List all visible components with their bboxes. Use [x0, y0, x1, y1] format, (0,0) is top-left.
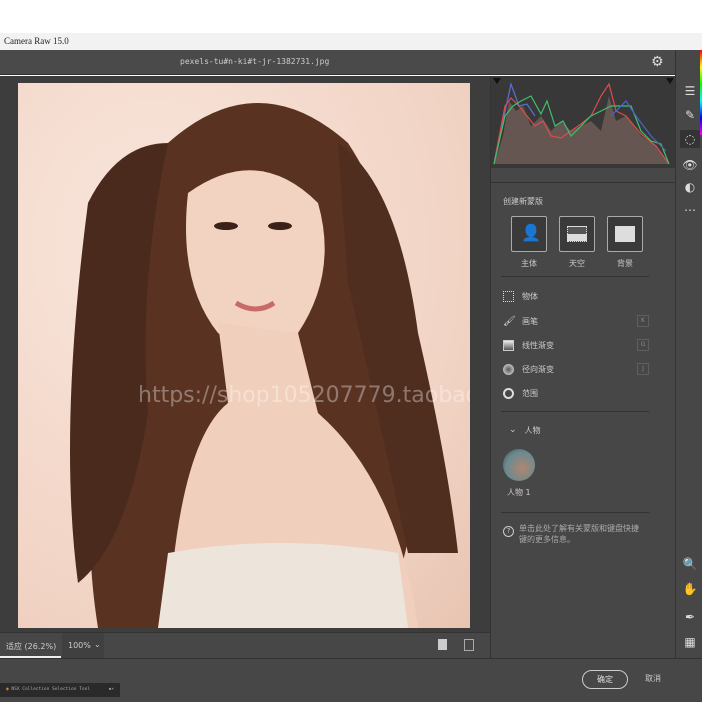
histogram	[491, 76, 676, 168]
mask-subject-button[interactable]: 👤	[511, 216, 547, 252]
people-section-toggle[interactable]: ⌄ 人物	[509, 422, 541, 438]
presets-icon[interactable]: ◐	[680, 178, 700, 196]
photo-preview: https://shop105207779.taobao.com	[18, 83, 470, 628]
zoom-icon[interactable]: 🔍	[680, 555, 700, 573]
background-icon	[615, 226, 635, 242]
window-title: Camera Raw 15.0	[0, 33, 702, 50]
nsx-panel[interactable]: ◉ NSX Collection Selection Tool ▪×	[0, 683, 120, 697]
zoom-value: 100%	[68, 641, 91, 650]
view-single-icon[interactable]	[438, 639, 447, 650]
tool-radial-gradient[interactable]: 径向渐变	[503, 361, 554, 377]
shortcut-key: K	[637, 315, 649, 327]
range-icon	[503, 387, 514, 399]
chevron-down-icon: ⌄	[509, 425, 517, 435]
hand-icon[interactable]: ✋	[680, 580, 700, 598]
edit-sliders-icon[interactable]: ☰	[680, 82, 700, 100]
watermark-text: https://shop105207779.taobao.com	[138, 383, 470, 408]
tool-range[interactable]: 范围	[503, 385, 538, 401]
tool-label: 物体	[522, 291, 538, 301]
tool-label: 画笔	[522, 316, 538, 326]
mask-subject-label: 主体	[521, 259, 537, 268]
mask-background-button[interactable]	[607, 216, 643, 252]
masking-icon[interactable]: ◌	[680, 130, 700, 148]
grid-icon[interactable]: ▦	[680, 633, 700, 651]
image-canvas[interactable]: https://shop105207779.taobao.com	[0, 76, 490, 632]
mask-sky-label: 天空	[569, 259, 585, 268]
tool-label: 径向渐变	[522, 364, 554, 374]
people-section-title: 人物	[524, 425, 541, 435]
object-select-icon	[503, 290, 514, 302]
create-mask-title: 创建新蒙版	[503, 197, 543, 206]
gear-icon[interactable]: ⚙	[651, 54, 664, 70]
divider	[501, 411, 649, 412]
chevron-down-icon: ⌄	[94, 640, 101, 649]
tool-linear-gradient[interactable]: 线性渐变	[503, 337, 554, 353]
fit-zoom-button[interactable]: 适应 (26.2%)	[6, 641, 56, 652]
ok-button[interactable]: 确定	[582, 670, 628, 689]
file-name: pexels-tu#n-ki#t-jr-1382731.jpg	[180, 57, 330, 66]
subject-icon: 👤	[521, 223, 541, 242]
person-1-label: 人物 1	[507, 488, 531, 497]
shortcut-key: J	[637, 363, 649, 375]
eyedropper-icon[interactable]: ✒	[680, 608, 700, 626]
person-1-thumbnail[interactable]	[503, 449, 535, 481]
close-icon[interactable]: ▪×	[109, 687, 114, 692]
red-eye-icon[interactable]: 👁	[680, 156, 700, 174]
tool-brush[interactable]: 🖌 画笔	[503, 313, 538, 329]
linear-gradient-icon	[503, 339, 514, 351]
more-icon[interactable]: ⋯	[680, 201, 700, 219]
divider	[501, 512, 649, 513]
before-after-icon[interactable]	[464, 639, 474, 651]
footer: ◉ NSX Collection Selection Tool ▪× 确定 取消	[0, 658, 702, 702]
help-icon[interactable]: ?	[503, 526, 514, 537]
divider	[491, 182, 676, 183]
sky-icon	[567, 226, 587, 242]
tool-object[interactable]: 物体	[503, 288, 538, 304]
brush-icon: 🖌	[503, 315, 516, 327]
nsx-label: NSX Collection Selection Tool	[11, 687, 90, 692]
tool-label: 线性渐变	[522, 340, 554, 350]
radial-gradient-icon	[503, 363, 514, 375]
cancel-button[interactable]: 取消	[645, 673, 661, 684]
shortcut-key: G	[637, 339, 649, 351]
tool-strip: ☰ ✎ ◌ 👁 ◐ ⋯ 🔍 ✋ ✒ ▦	[675, 50, 702, 658]
healing-icon[interactable]: ✎	[680, 106, 700, 124]
help-link[interactable]: 单击此处了解有关蒙版和键盘快捷键的更多信息。	[519, 523, 644, 545]
masks-panel: 创建新蒙版 👤 主体 天空 背景 物体 🖌 画笔 K 线性渐变 G 径向渐变 J …	[490, 76, 676, 658]
divider	[501, 276, 649, 277]
top-bar: pexels-tu#n-ki#t-jr-1382731.jpg ⚙ ⤢	[0, 50, 702, 75]
tool-label: 范围	[522, 388, 538, 398]
zoom-bar: 适应 (26.2%) 100% ⌄	[0, 632, 490, 658]
zoom-select[interactable]: 100% ⌄	[62, 633, 104, 658]
mask-sky-button[interactable]	[559, 216, 595, 252]
mask-background-label: 背景	[617, 259, 633, 268]
